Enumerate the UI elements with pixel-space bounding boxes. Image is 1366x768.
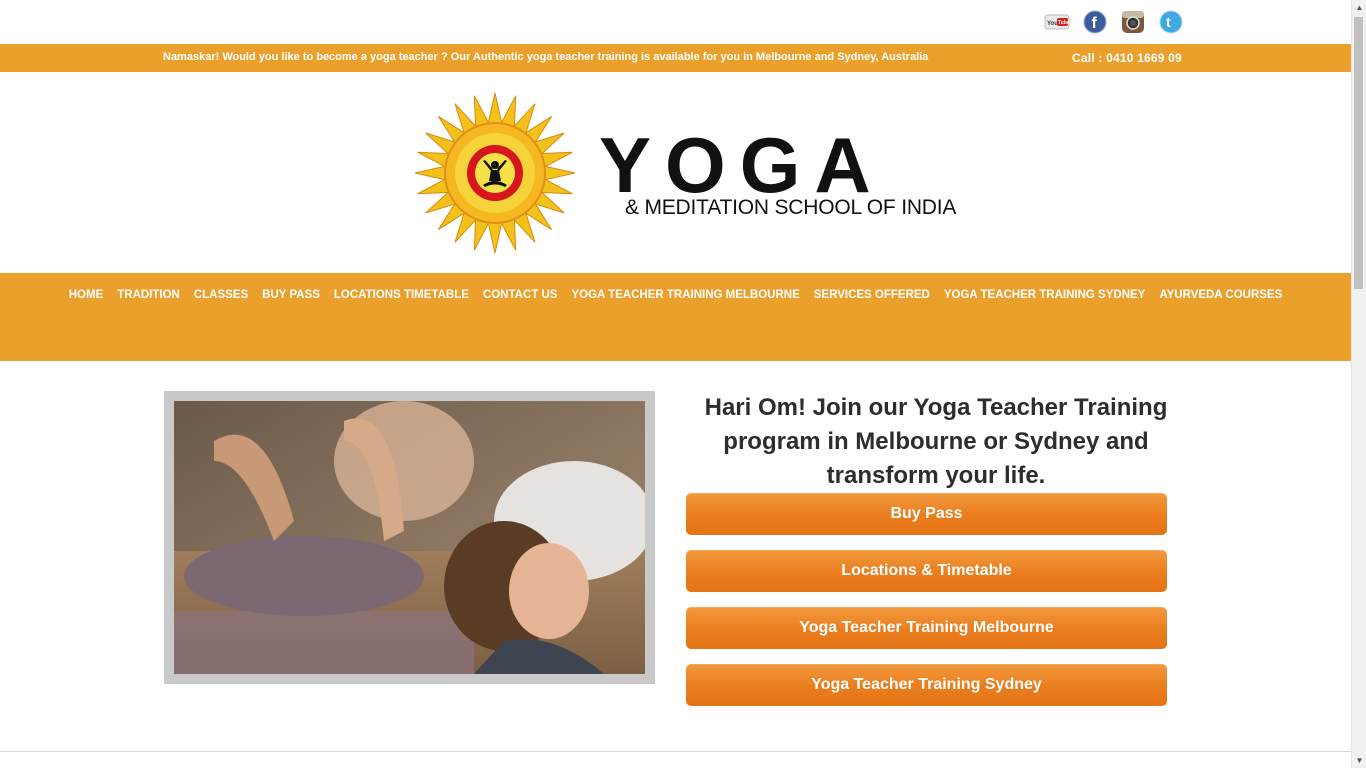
nav-item-home[interactable]: HOME [62, 273, 111, 317]
main-navigation: HOME TRADITION CLASSES BUY PASS LOCATION… [0, 273, 1351, 361]
facebook-icon[interactable]: f [1081, 8, 1109, 36]
logo-tagline: & MEDITATION SCHOOL OF INDIA [625, 196, 957, 219]
nav-item-buy-pass[interactable]: BUY PASS [255, 273, 327, 317]
twitter-icon[interactable]: t [1157, 8, 1185, 36]
scrollbar-thumb[interactable] [1354, 17, 1363, 289]
section-divider [0, 751, 1351, 752]
scroll-down-arrow-icon[interactable]: ▼ [1352, 753, 1366, 768]
hero-headline: Hari Om! Join our Yoga Teacher Training … [704, 394, 1168, 489]
youtube-icon[interactable]: You Tube [1043, 8, 1071, 36]
svg-text:Tube: Tube [1058, 20, 1070, 26]
nav-item-ytt-melbourne[interactable]: YOGA TEACHER TRAINING MELBOURNE [564, 273, 806, 317]
yoga-class-photo [174, 401, 645, 674]
page-scrollbar[interactable]: ▲ ▼ [1351, 0, 1366, 768]
logo-wordmark: YOGA [599, 121, 885, 209]
announcement-bar: Namaskar! Would you like to become a yog… [0, 44, 1351, 72]
svg-text:You: You [1047, 21, 1058, 27]
hero-photo-frame [164, 391, 655, 684]
buy-pass-button[interactable]: Buy Pass [686, 493, 1167, 535]
social-icons: You Tube f t [1043, 8, 1185, 36]
site-logo[interactable]: YOGA & MEDITATION SCHOOL OF INDIA [412, 90, 956, 256]
sun-logo-icon [414, 92, 576, 254]
ytt-melbourne-button[interactable]: Yoga Teacher Training Melbourne [686, 607, 1167, 649]
scroll-up-arrow-icon[interactable]: ▲ [1352, 0, 1366, 15]
nav-item-services-offered[interactable]: SERVICES OFFERED [807, 273, 937, 317]
nav-item-contact-us[interactable]: CONTACT US [476, 273, 565, 317]
nav-item-classes[interactable]: CLASSES [187, 273, 255, 317]
nav-item-tradition[interactable]: TRADITION [110, 273, 187, 317]
locations-timetable-button[interactable]: Locations & Timetable [686, 550, 1167, 592]
ytt-sydney-button[interactable]: Yoga Teacher Training Sydney [686, 664, 1167, 706]
announcement-message: Namaskar! Would you like to become a yog… [163, 51, 929, 63]
svg-text:f: f [1092, 15, 1098, 32]
phone-number[interactable]: Call : 0410 1669 09 [1072, 51, 1182, 65]
page: You Tube f t Namaskar! Would you like to… [0, 0, 1351, 768]
svg-text:t: t [1166, 14, 1171, 30]
nav-item-ayurveda-courses[interactable]: AYURVEDA COURSES [1152, 273, 1289, 317]
instagram-icon[interactable] [1119, 8, 1147, 36]
nav-item-locations-timetable[interactable]: LOCATIONS TIMETABLE [327, 273, 476, 317]
nav-item-ytt-sydney[interactable]: YOGA TEACHER TRAINING SYDNEY [937, 273, 1152, 317]
